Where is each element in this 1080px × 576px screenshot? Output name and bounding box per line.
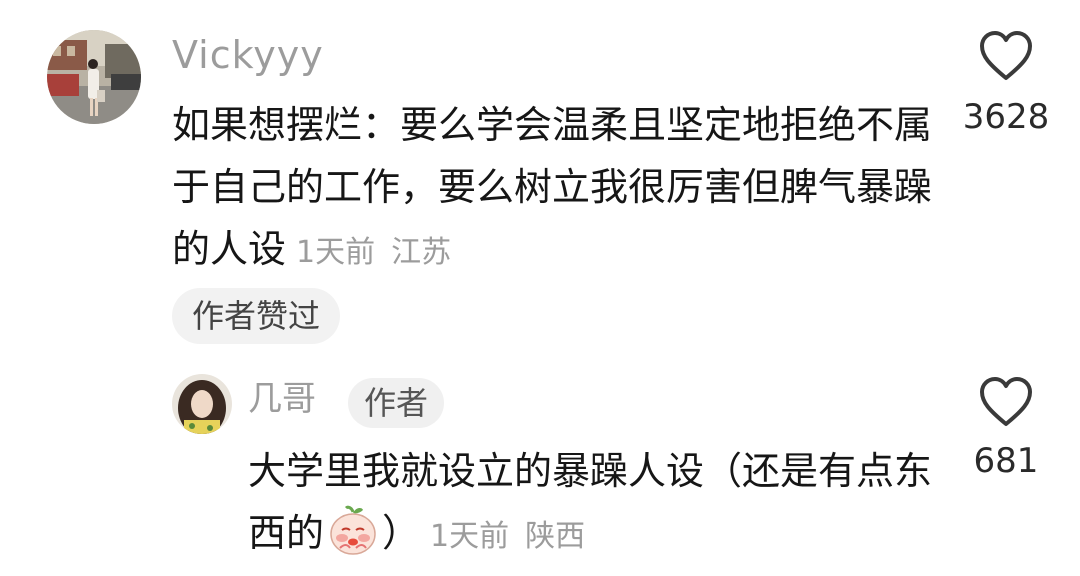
reply-time: 1天前 — [430, 519, 510, 554]
reply-text: 大学里我就设立的暴躁人设（还是有点东西的 ） 1天前 陕西 — [248, 440, 948, 568]
author-tag: 作者 — [348, 378, 445, 428]
reply-avatar[interactable] — [172, 374, 232, 434]
reply-username[interactable]: 几哥 — [248, 382, 316, 416]
reply-location: 陕西 — [525, 519, 586, 554]
comment-location: 江苏 — [391, 235, 452, 270]
author-liked-badge: 作者赞过 — [172, 288, 341, 344]
reply-meta: 1天前 陕西 — [430, 519, 585, 554]
heart-outline-icon[interactable] — [979, 376, 1033, 428]
comment-text: 如果想摆烂：要么学会温柔且坚定地拒绝不属于自己的工作，要么树立我很厉害但脾气暴躁… — [172, 94, 932, 284]
comment-username[interactable]: Vickyyy — [172, 36, 324, 74]
heart-outline-icon[interactable] — [979, 30, 1033, 82]
reply-body-end: ） — [382, 511, 421, 555]
like-count: 3628 — [962, 97, 1050, 137]
like-count: 681 — [973, 441, 1039, 481]
pleading-face-emoji — [326, 504, 380, 558]
comment-avatar[interactable] — [47, 30, 141, 124]
comment-time: 1天前 — [296, 235, 376, 270]
comment-meta: 1天前 江苏 — [296, 235, 451, 270]
comment-body: 如果想摆烂：要么学会温柔且坚定地拒绝不属于自己的工作，要么树立我很厉害但脾气暴躁… — [172, 103, 933, 271]
